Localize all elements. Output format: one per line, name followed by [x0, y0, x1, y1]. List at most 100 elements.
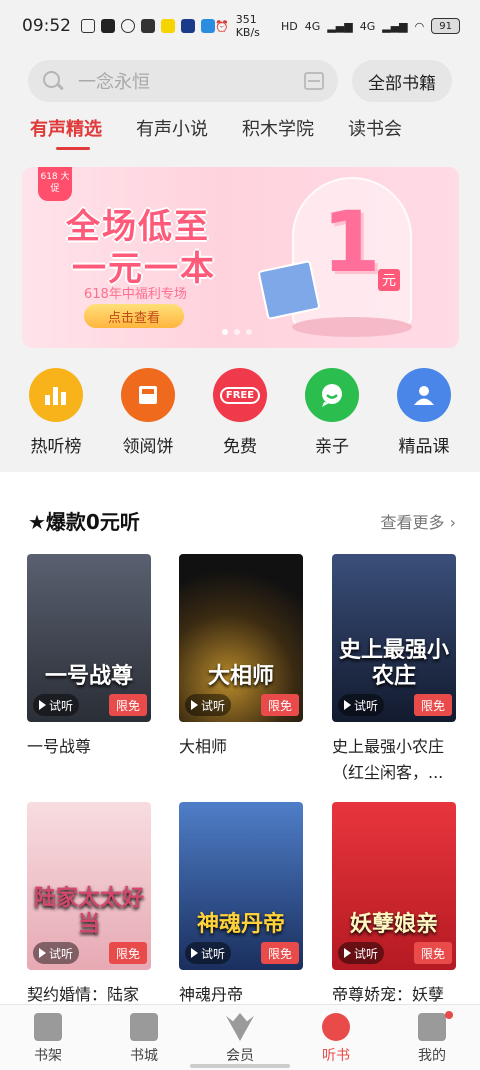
- free-badge: 限免: [261, 942, 299, 964]
- book-title[interactable]: 一号战尊: [27, 734, 151, 760]
- book-card[interactable]: 史上最强小农庄 试听 限免 史上最强小农庄（红尘闲客，...: [332, 554, 456, 786]
- book-title[interactable]: 大相师: [179, 734, 303, 760]
- app-notification-icon: [81, 19, 95, 33]
- chat-icon: [305, 368, 359, 422]
- category-label: 精品课: [398, 437, 450, 457]
- crown-icon: [226, 1013, 254, 1041]
- signal-bars-icon: ▂▄▆: [327, 19, 353, 33]
- nav-label: 会员: [226, 1048, 254, 1064]
- category-hot-list[interactable]: 热听榜: [16, 368, 96, 464]
- category-label: 免费: [223, 437, 257, 457]
- scan-icon[interactable]: [304, 72, 324, 90]
- free-icon-text: FREE: [219, 386, 261, 404]
- free-badge: 限免: [414, 942, 452, 964]
- tab-book-club[interactable]: 读书会: [348, 116, 402, 156]
- tab-featured-audio[interactable]: 有声精选: [30, 116, 102, 156]
- book-cover[interactable]: 妖孽娘亲 试听 限免: [332, 802, 456, 970]
- category-premium-course[interactable]: 精品课: [384, 368, 464, 464]
- nav-label: 书架: [34, 1048, 62, 1064]
- free-badge: 限免: [414, 694, 452, 716]
- promo-banner[interactable]: 618 大促 1 元 全场低至 一元一本 618年中福利专场 点击查看: [22, 167, 459, 348]
- nav-membership[interactable]: 会员: [205, 1013, 275, 1070]
- book-card[interactable]: 妖孽娘亲 试听 限免 帝尊娇宠：妖孽: [332, 802, 456, 1008]
- cover-title: 神魂丹帝: [196, 912, 285, 937]
- hd-icon: HD: [281, 19, 298, 33]
- book-card[interactable]: 大相师 试听 限免 大相师: [179, 554, 303, 760]
- headphones-icon: [322, 1013, 350, 1041]
- book-card[interactable]: 陆家太太好当 试听 限免 契约婚情：陆家: [27, 802, 151, 1008]
- top-header: 一念永恒 全部书籍 有声精选 有声小说 积木学院 读书会: [0, 52, 480, 162]
- nav-listen[interactable]: 听书: [301, 1013, 371, 1070]
- try-label: 试听: [49, 946, 74, 961]
- user-card-icon: [397, 368, 451, 422]
- nav-profile[interactable]: 我的: [397, 1011, 467, 1070]
- section-title: ★爆款0元听: [28, 510, 140, 534]
- nav-label: 听书: [322, 1048, 350, 1064]
- profile-icon: [418, 1013, 446, 1041]
- category-free[interactable]: FREE 免费: [200, 368, 280, 464]
- search-input[interactable]: 一念永恒: [28, 60, 338, 102]
- cover-title: 大相师: [207, 664, 274, 689]
- play-icon: [191, 948, 198, 958]
- category-label: 亲子: [315, 437, 349, 457]
- banner-view-button[interactable]: 点击查看: [84, 304, 184, 328]
- nav-bookshelf[interactable]: 书架: [13, 1013, 83, 1070]
- nav-bookstore[interactable]: 书城: [109, 1013, 179, 1070]
- book-cover[interactable]: 陆家太太好当 试听 限免: [27, 802, 151, 970]
- free-badge: 限免: [109, 694, 147, 716]
- free-badge: 限免: [109, 942, 147, 964]
- bookshelf-icon: [34, 1013, 62, 1041]
- cover-title: 史上最强小农庄: [338, 638, 449, 689]
- try-label: 试听: [201, 698, 226, 713]
- banner-tag: 618 大促: [38, 167, 72, 201]
- banner-big-number: 1: [322, 193, 381, 291]
- category-parenting[interactable]: 亲子: [292, 368, 372, 464]
- app-notification-icon: [121, 19, 135, 33]
- try-listen-button[interactable]: 试听: [185, 942, 232, 964]
- play-icon: [191, 700, 198, 710]
- nav-label: 我的: [418, 1048, 446, 1064]
- book-cover[interactable]: 神魂丹帝 试听 限免: [179, 802, 303, 970]
- notification-dot: [445, 1011, 453, 1019]
- try-listen-button[interactable]: 试听: [338, 694, 385, 716]
- book-cover[interactable]: 史上最强小农庄 试听 限免: [332, 554, 456, 722]
- category-label: 领阅饼: [122, 437, 174, 457]
- app-notification-icon: [201, 19, 215, 33]
- all-books-button[interactable]: 全部书籍: [352, 60, 452, 102]
- bookmark-icon: [130, 1013, 158, 1041]
- book-card[interactable]: 神魂丹帝 试听 限免 神魂丹帝: [179, 802, 303, 1008]
- pager-dot: [222, 329, 228, 335]
- book-cover[interactable]: 大相师 试听 限免: [179, 554, 303, 722]
- envelope-icon: [121, 368, 175, 422]
- tab-audio-novels[interactable]: 有声小说: [136, 116, 208, 156]
- section-header: ★爆款0元听 查看更多 ›: [28, 506, 456, 535]
- free-listening-section: ★爆款0元听 查看更多 › 一号战尊 试听 限免 一号战尊 大相师 试听 限免 …: [0, 484, 480, 1004]
- try-label: 试听: [201, 946, 226, 961]
- book-card[interactable]: 一号战尊 试听 限免 一号战尊: [27, 554, 151, 760]
- try-listen-button[interactable]: 试听: [185, 694, 232, 716]
- app-notification-icon: [161, 19, 175, 33]
- tiktok-icon: [101, 19, 115, 33]
- status-bar: 09:52 ⏰ 351 KB/s HD 4G ▂▄▆ 4G ▂▄▆ ◠ 91: [0, 0, 480, 52]
- try-listen-button[interactable]: 试听: [33, 694, 80, 716]
- see-more-link[interactable]: 查看更多 ›: [381, 509, 457, 533]
- play-icon: [39, 700, 46, 710]
- play-icon: [344, 700, 351, 710]
- book-title[interactable]: 史上最强小农庄（红尘闲客，...: [332, 734, 456, 786]
- free-badge: 限免: [261, 694, 299, 716]
- cover-title: 一号战尊: [44, 664, 133, 689]
- alarm-icon: ⏰: [215, 19, 229, 33]
- signal-4g-2: 4G: [359, 19, 376, 33]
- banner-unit: 元: [378, 269, 400, 291]
- try-listen-button[interactable]: 试听: [338, 942, 385, 964]
- book-cover[interactable]: 一号战尊 试听 限免: [27, 554, 151, 722]
- banner-pager: [222, 329, 252, 335]
- signal-bars-icon: ▂▄▆: [382, 19, 408, 33]
- tab-jimu-academy[interactable]: 积木学院: [242, 116, 314, 156]
- search-icon: [42, 70, 64, 92]
- try-listen-button[interactable]: 试听: [33, 942, 80, 964]
- cover-title: 陆家太太好当: [33, 886, 144, 937]
- category-reading-cake[interactable]: 领阅饼: [108, 368, 188, 464]
- notification-icons: [81, 19, 215, 33]
- cover-title: 妖孽娘亲: [349, 912, 438, 937]
